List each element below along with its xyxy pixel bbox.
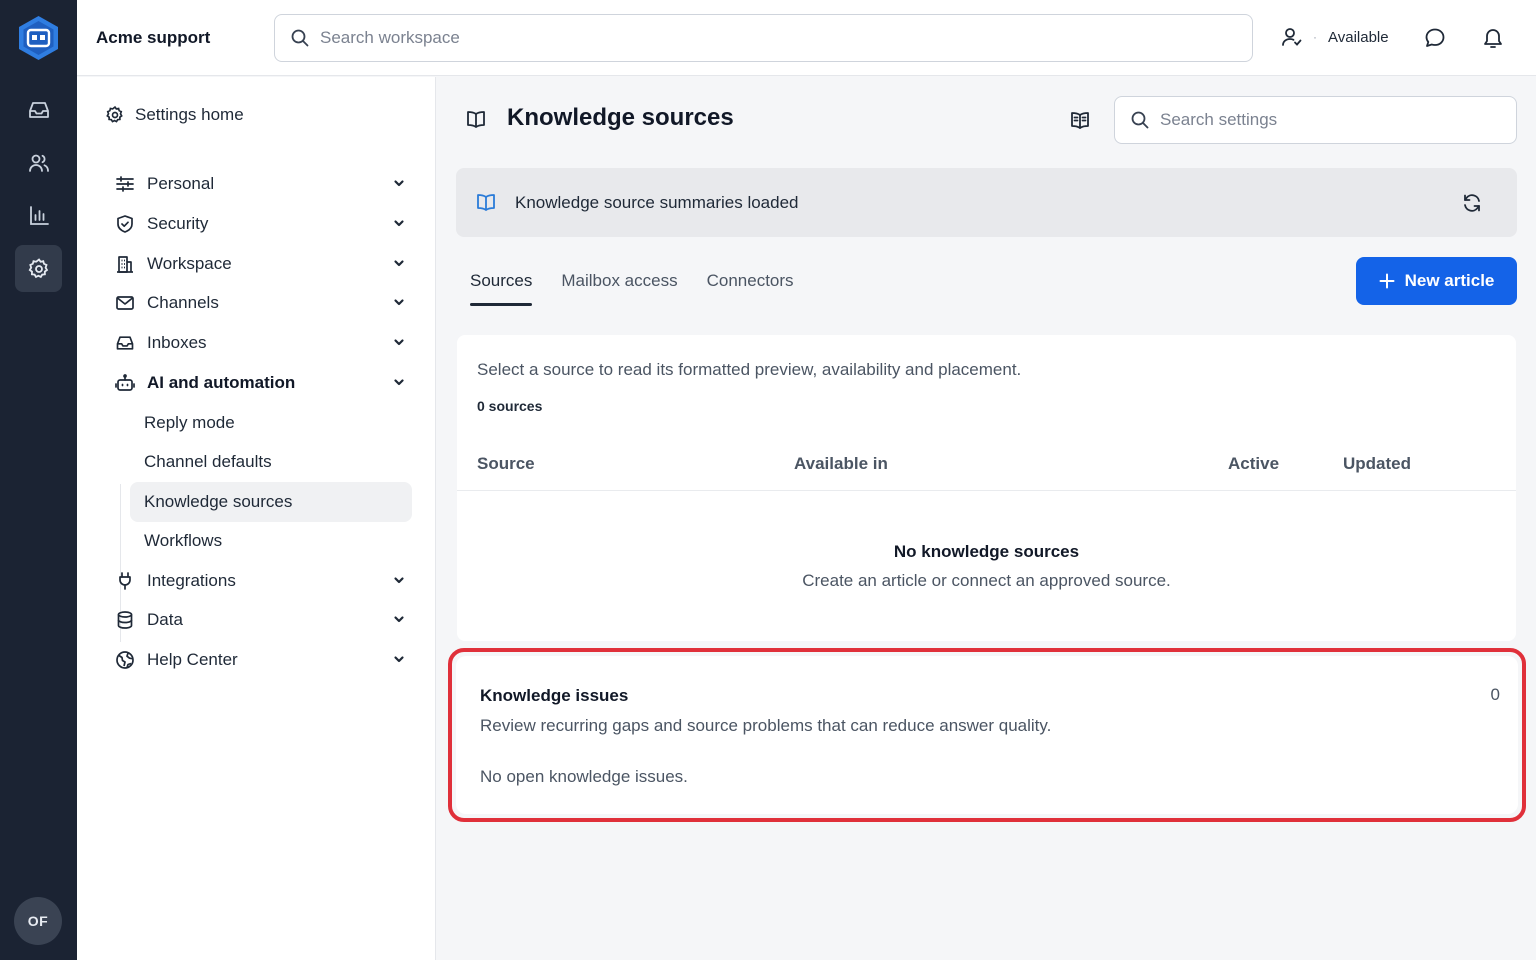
column-header-updated[interactable]: Updated (1343, 454, 1411, 474)
nav-security-label: Security (147, 214, 209, 233)
plug-icon (115, 571, 135, 591)
search-icon (1130, 110, 1150, 130)
user-icon (1280, 26, 1302, 48)
top-bar: Acme support · Available (77, 0, 1536, 76)
building-icon (115, 254, 135, 274)
rail-inbox-icon[interactable] (15, 86, 62, 133)
nav-channels-label: Channels (147, 293, 219, 312)
status-label: Available (1328, 28, 1389, 46)
chevron-down-icon (393, 336, 405, 348)
sources-description: Select a source to read its formatted pr… (477, 360, 1022, 379)
new-article-label: New article (1404, 271, 1495, 290)
settings-search-input[interactable] (1160, 110, 1516, 130)
bell-icon[interactable] (1479, 24, 1507, 52)
nav-channels[interactable]: Channels (115, 288, 405, 318)
chevron-down-icon (393, 613, 405, 625)
chevron-down-icon (393, 574, 405, 586)
issues-count: 0 (1490, 685, 1500, 704)
search-icon (290, 28, 310, 48)
issues-description: Review recurring gaps and source problem… (480, 716, 1052, 735)
issues-empty-text: No open knowledge issues. (480, 767, 688, 786)
status-separator: · (1313, 30, 1317, 44)
chevron-down-icon (393, 217, 405, 229)
gear-icon (105, 105, 125, 125)
nav-help-center-label: Help Center (147, 650, 238, 669)
status-banner: Knowledge source summaries loaded (456, 168, 1517, 237)
refresh-icon[interactable] (1461, 192, 1483, 214)
knowledge-issues-highlight: Knowledge issues 0 Review recurring gaps… (448, 648, 1526, 822)
inbox-icon (115, 333, 135, 353)
chevron-down-icon (393, 296, 405, 308)
nav-personal[interactable]: Personal (115, 169, 405, 199)
nav-ai-automation-label: AI and automation (147, 373, 296, 392)
sources-card: Select a source to read its formatted pr… (457, 335, 1516, 641)
nav-workspace-label: Workspace (147, 254, 232, 273)
sources-count: 0 sources (477, 398, 543, 414)
sliders-icon (115, 174, 135, 194)
availability-status[interactable]: · Available (1280, 26, 1389, 48)
nav-help-center[interactable]: Help Center (115, 645, 405, 675)
tab-connectors[interactable]: Connectors (707, 271, 794, 306)
app-rail: OF (0, 0, 77, 960)
nav-integrations[interactable]: Integrations (115, 566, 405, 596)
user-avatar[interactable]: OF (14, 897, 62, 945)
workspace-search[interactable] (274, 14, 1253, 62)
nav-data[interactable]: Data (115, 605, 405, 635)
workspace-search-input[interactable] (320, 28, 1252, 48)
plus-icon (1379, 273, 1395, 289)
nav-inboxes[interactable]: Inboxes (115, 328, 405, 358)
globe-icon (115, 650, 135, 670)
knowledge-issues-card: Knowledge issues 0 Review recurring gaps… (456, 656, 1518, 814)
nav-workspace[interactable]: Workspace (115, 249, 405, 279)
shield-icon (115, 214, 135, 234)
nav-channel-defaults[interactable]: Channel defaults (130, 442, 412, 482)
empty-state-title: No knowledge sources (893, 542, 1080, 561)
settings-home-link[interactable]: Settings home (105, 105, 244, 125)
nav-reply-mode[interactable]: Reply mode (130, 403, 412, 443)
column-header-active[interactable]: Active (1228, 454, 1279, 474)
tab-sources[interactable]: Sources (470, 271, 533, 306)
nav-ai-automation[interactable]: AI and automation (115, 368, 405, 398)
chevron-down-icon (393, 376, 405, 388)
issues-title: Knowledge issues (480, 686, 629, 705)
database-icon (115, 610, 135, 630)
nav-workflows[interactable]: Workflows (130, 521, 412, 561)
app-logo-icon[interactable] (16, 14, 61, 62)
rail-reports-icon[interactable] (15, 192, 62, 239)
nav-inboxes-label: Inboxes (147, 333, 207, 352)
mail-icon (115, 293, 135, 313)
empty-state-subtitle: Create an article or connect an approved… (802, 571, 1171, 590)
settings-search[interactable] (1114, 96, 1517, 144)
nav-knowledge-sources[interactable]: Knowledge sources (130, 482, 412, 522)
docs-guide-icon[interactable] (1069, 110, 1091, 132)
tab-bar: Sources Mailbox access Connectors (470, 271, 823, 306)
nav-integrations-label: Integrations (147, 571, 236, 590)
chevron-down-icon (393, 653, 405, 665)
nav-data-label: Data (147, 610, 183, 629)
table-header-divider (457, 490, 1516, 491)
book-open-icon (465, 109, 487, 131)
new-article-button[interactable]: New article (1356, 257, 1517, 305)
chevron-down-icon (393, 257, 405, 269)
app-title: Acme support (96, 28, 211, 47)
tab-mailbox-access[interactable]: Mailbox access (561, 271, 677, 306)
page-title: Knowledge sources (507, 104, 734, 131)
banner-text: Knowledge source summaries loaded (515, 193, 799, 212)
nav-personal-label: Personal (147, 174, 215, 193)
chevron-down-icon (393, 177, 405, 189)
chat-icon[interactable] (1421, 24, 1449, 52)
column-header-available-in[interactable]: Available in (794, 454, 888, 474)
settings-home-label: Settings home (135, 105, 244, 124)
main-content: Knowledge sources Knowledge source summa… (437, 77, 1536, 960)
column-header-source[interactable]: Source (477, 454, 535, 474)
settings-nav: Settings home Personal Security Workspac… (77, 77, 436, 960)
bot-icon (115, 373, 135, 393)
nav-security[interactable]: Security (115, 209, 405, 239)
rail-settings-icon[interactable] (15, 245, 62, 292)
rail-users-icon[interactable] (15, 139, 62, 186)
book-open-icon (475, 192, 497, 214)
